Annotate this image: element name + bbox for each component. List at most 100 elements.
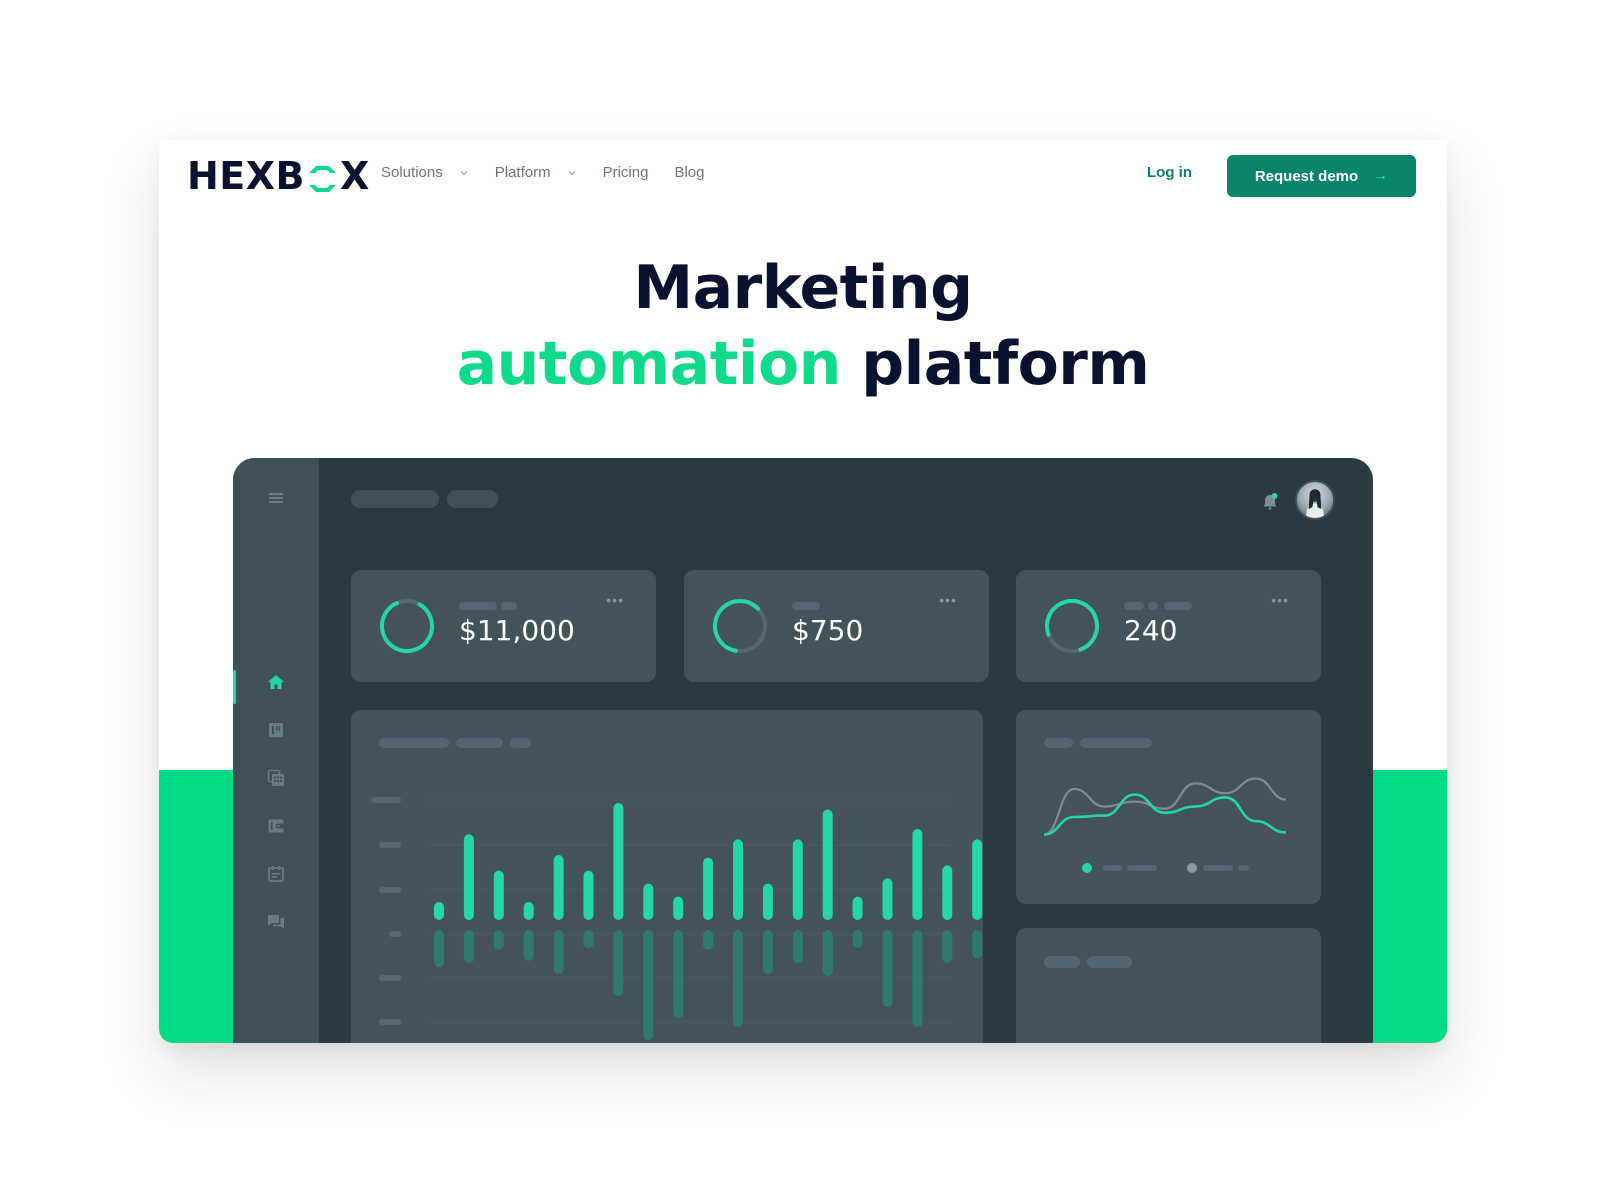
bar-chart-panel	[351, 710, 983, 1043]
bar-upper	[463, 834, 474, 920]
bar-upper	[972, 839, 983, 920]
nav-blog[interactable]: Blog	[674, 164, 704, 181]
y-tick-placeholder	[389, 931, 401, 937]
mini-bar-chart	[1016, 928, 1321, 1043]
bar-lower	[942, 930, 953, 963]
more-options-icon[interactable]: •••	[1271, 592, 1289, 608]
ring-progress	[1045, 599, 1099, 654]
y-tick-placeholder	[379, 975, 401, 981]
legend-dot-green	[1082, 863, 1092, 873]
bar-lower	[493, 930, 504, 950]
calendar-grid-icon[interactable]	[266, 768, 286, 788]
chat-icon[interactable]	[266, 912, 286, 932]
header-placeholder-2	[447, 490, 498, 508]
bar-lower	[463, 930, 474, 963]
ring-progress	[713, 599, 767, 653]
bar-chart	[371, 797, 983, 1040]
bar-lower	[882, 930, 893, 1007]
bar-upper	[822, 809, 833, 920]
more-options-icon[interactable]: •••	[606, 592, 624, 608]
kpi-card-spend[interactable]: $750 •••	[684, 570, 989, 682]
hero-title-line-1: Marketing	[633, 253, 973, 323]
bar-upper	[912, 829, 923, 920]
bar-upper	[613, 803, 624, 920]
bar-lower	[703, 930, 714, 950]
wallet-icon[interactable]	[266, 816, 286, 836]
dashboard-sidebar	[233, 458, 319, 1043]
bar-upper	[493, 870, 504, 920]
bar-lower	[972, 930, 983, 959]
user-avatar[interactable]	[1295, 480, 1335, 520]
kpi-label-placeholder	[1124, 602, 1144, 610]
request-demo-button[interactable]: Request demo →	[1227, 155, 1416, 197]
bar-lower	[762, 930, 773, 974]
hero-title-line-2: automation platform	[159, 326, 1447, 402]
kpi-card-revenue[interactable]: $11,000 •••	[351, 570, 656, 682]
bar-lower	[822, 930, 833, 977]
hexagon-o-icon	[306, 160, 339, 192]
bar-lower	[912, 930, 923, 1027]
bar-upper	[882, 878, 893, 920]
bar-lower	[643, 930, 654, 1040]
kpi-label-placeholder	[459, 602, 497, 610]
logo-text-left: HEXB	[187, 154, 306, 198]
bar-lower	[673, 930, 684, 1018]
kpi-value: 240	[1124, 614, 1178, 647]
bar-lower	[733, 930, 743, 1027]
chevron-down-icon	[460, 170, 468, 175]
bar-upper	[762, 883, 773, 920]
line-chart	[1043, 777, 1287, 836]
bar-lower	[613, 930, 624, 996]
line-series-gray	[1043, 777, 1287, 836]
more-options-icon[interactable]: •••	[939, 592, 957, 608]
line-chart-panel	[1016, 710, 1321, 904]
legend-label-placeholder	[1103, 865, 1122, 871]
bar-upper	[942, 865, 953, 920]
notification-bell-icon[interactable]	[1261, 492, 1279, 512]
bar-upper	[583, 870, 594, 920]
bar-upper	[733, 839, 743, 920]
hero: Marketing automation platform	[159, 250, 1447, 402]
bar-upper	[673, 896, 684, 920]
header-placeholder-1	[351, 490, 439, 508]
bar-upper	[434, 902, 444, 920]
bar-lower	[583, 930, 594, 948]
nav-platform-label: Platform	[494, 164, 551, 181]
nav-pricing[interactable]: Pricing	[603, 164, 649, 181]
logo-text-right: X	[340, 154, 370, 198]
kpi-label-placeholder	[1148, 602, 1158, 610]
board-icon[interactable]	[266, 720, 286, 740]
menu-icon[interactable]	[266, 488, 286, 508]
bar-upper	[523, 902, 534, 920]
ring-progress	[380, 599, 434, 653]
sidebar-active-indicator	[233, 670, 236, 704]
landing-page-frame: HEXB X Solutions Platform Pricing Blog L…	[159, 140, 1447, 1043]
kpi-card-count[interactable]: 240 •••	[1016, 570, 1321, 682]
bar-upper	[852, 896, 863, 920]
top-navigation: HEXB X Solutions Platform Pricing Blog L…	[159, 140, 1447, 212]
progress-ring	[380, 599, 434, 653]
y-tick-placeholder	[379, 887, 401, 893]
bar-upper	[643, 883, 654, 920]
hexbox-logo[interactable]: HEXB X	[187, 154, 370, 198]
nav-platform[interactable]: Platform	[495, 164, 577, 181]
login-link[interactable]: Log in	[1147, 164, 1192, 181]
hero-accent-word: automation	[456, 329, 842, 399]
bar-lower	[523, 930, 534, 961]
progress-ring	[713, 599, 767, 653]
arrow-right-icon: →	[1372, 167, 1389, 184]
bar-lower	[792, 930, 803, 963]
kpi-label-placeholder	[792, 602, 820, 610]
nav-solutions[interactable]: Solutions	[381, 164, 469, 181]
bar-lower	[553, 930, 564, 974]
y-tick-placeholder	[371, 797, 401, 803]
event-icon[interactable]	[266, 864, 286, 884]
home-icon[interactable]	[266, 672, 286, 692]
progress-ring	[1045, 599, 1099, 654]
y-tick-placeholder	[379, 842, 401, 848]
dashboard-preview: $11,000 ••• $750 ••• 240 •••	[233, 458, 1373, 1043]
legend-label-placeholder	[1127, 865, 1157, 871]
y-tick-placeholder	[379, 1019, 401, 1025]
legend-label-placeholder	[1203, 865, 1233, 871]
kpi-label-placeholder	[1164, 602, 1192, 610]
